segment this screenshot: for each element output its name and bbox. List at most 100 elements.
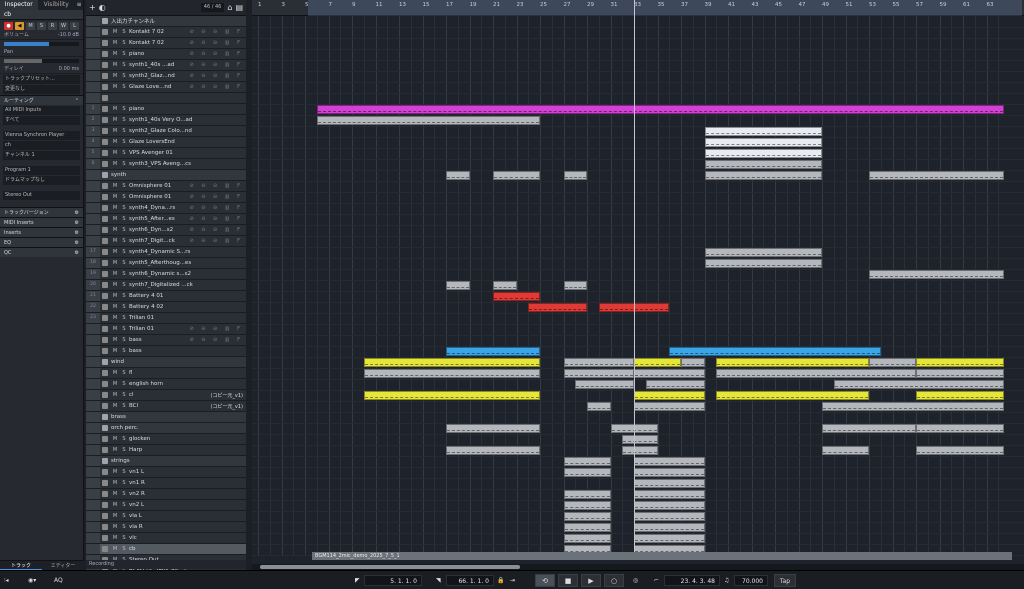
mute-button[interactable]: M [111, 315, 119, 321]
track-name[interactable]: synth5_After...es [129, 216, 189, 222]
track-name[interactable]: synth6_Dynamic s...s2 [129, 271, 246, 277]
midi-event[interactable] [869, 171, 1005, 180]
stop-button[interactable]: ■ [558, 574, 578, 587]
midi-event[interactable] [833, 380, 1005, 389]
track-name[interactable]: Glaze LoversEnd [129, 139, 246, 145]
solo-button[interactable]: S [120, 216, 128, 222]
midi-event[interactable] [575, 380, 634, 389]
solo-button[interactable]: S [120, 348, 128, 354]
mute-button[interactable]: M [111, 62, 119, 68]
solo-button[interactable]: S [120, 513, 128, 519]
track-name[interactable]: vlc [129, 535, 246, 541]
punch-icon[interactable]: ⇥ [510, 575, 515, 586]
mute-button[interactable]: M [111, 161, 119, 167]
track-row[interactable]: 20 M Ssynth7_Digitalized ...ck [86, 280, 246, 291]
midi-event[interactable] [446, 347, 540, 356]
mute-button[interactable]: M [111, 249, 119, 255]
solo-button[interactable]: S [120, 326, 128, 332]
track-row[interactable]: M Svn2 R [86, 489, 246, 500]
midi-event[interactable] [716, 358, 869, 367]
mute-button[interactable]: M [111, 238, 119, 244]
midi-event[interactable] [869, 358, 916, 367]
track-row[interactable]: M Sfl [86, 368, 246, 379]
track-row[interactable]: strings [86, 456, 246, 467]
tab-visibility[interactable]: Visibility [38, 0, 76, 10]
track-row[interactable]: synth [86, 170, 246, 181]
track-name[interactable]: Trilian 01 [129, 326, 189, 332]
track-row[interactable]: M Ssynth2_Glaz...nd ⊘ ⊖ ⊖ ▥ F [86, 71, 246, 82]
scroll-thumb[interactable] [260, 565, 520, 569]
track-row[interactable]: orch perc. [86, 423, 246, 434]
read-button[interactable]: R [48, 22, 57, 30]
midi-event[interactable] [716, 369, 916, 378]
add-track-icon[interactable]: + [89, 3, 96, 12]
mute-button[interactable]: M [111, 271, 119, 277]
midi-event[interactable] [634, 457, 705, 466]
no-change-field[interactable]: 変更なし [3, 85, 80, 94]
pan-slider[interactable] [4, 59, 79, 63]
midi-event[interactable] [822, 424, 916, 433]
mute-button[interactable]: M [111, 73, 119, 79]
midi-event[interactable] [704, 259, 822, 268]
midi-event[interactable] [634, 523, 705, 532]
mute-button[interactable]: M [111, 480, 119, 486]
midi-event[interactable] [704, 160, 822, 169]
solo-button[interactable]: S [120, 480, 128, 486]
track-name[interactable]: Harp [129, 447, 246, 453]
track-name[interactable]: vn2 L [129, 502, 246, 508]
track-row[interactable]: M S Kontakt 7 02 ⊘ ⊖ ⊖ ▥ F [86, 38, 246, 49]
midi-event[interactable] [634, 479, 705, 488]
midi-event[interactable] [634, 534, 705, 543]
mute-button[interactable]: M [111, 51, 119, 57]
mute-button[interactable]: M [111, 183, 119, 189]
mute-button[interactable]: M [111, 106, 119, 112]
midi-event[interactable] [563, 468, 611, 477]
tab-inspector[interactable]: Inspector [0, 0, 38, 10]
program-field[interactable]: Program 1 [3, 166, 80, 175]
track-name[interactable]: synth7_Digit...ck [129, 238, 189, 244]
solo-button[interactable]: S [120, 73, 128, 79]
track-row[interactable]: 19 M Ssynth6_Dynamic s...s2 [86, 269, 246, 280]
channel-label-field[interactable]: チャンネル 1 [3, 151, 80, 160]
record-button[interactable]: ● [4, 22, 13, 30]
track-name[interactable]: orch perc. [111, 425, 246, 431]
mute-button[interactable]: M [111, 205, 119, 211]
mute-button[interactable]: M [111, 447, 119, 453]
solo-button[interactable]: S [120, 161, 128, 167]
mute-button[interactable]: M [111, 370, 119, 376]
track-row[interactable]: 22 M S Battery 4 02 [86, 302, 246, 313]
mute-button[interactable]: M [111, 128, 119, 134]
midi-event[interactable] [704, 138, 822, 147]
track-name[interactable]: Glaze Love...nd [129, 84, 189, 90]
midi-event[interactable] [634, 402, 705, 411]
track-row[interactable]: 1 M Spiano [86, 104, 246, 115]
track-name[interactable]: vla L [129, 513, 246, 519]
midi-event[interactable] [493, 171, 540, 180]
sort-icon[interactable]: ▤ [235, 3, 243, 12]
track-controls-icon[interactable]: ⊘ ⊖ ⊖ ▥ F [189, 62, 243, 68]
tap-button[interactable]: Tap [774, 574, 796, 587]
track-name[interactable]: cb [129, 546, 246, 552]
midi-event[interactable] [563, 523, 611, 532]
track-row[interactable]: M Svla L [86, 511, 246, 522]
midi-input-field[interactable]: All MIDI Inputs [3, 106, 80, 115]
track-row[interactable]: 入出力チャンネル [86, 16, 246, 27]
track-row[interactable]: M S Omnisphere 01 ⊘ ⊖ ⊖ ▥ F [86, 181, 246, 192]
mute-button[interactable]: M [111, 260, 119, 266]
cycle-button[interactable]: ⟲ [535, 574, 555, 587]
volume-slider[interactable] [4, 42, 79, 46]
midi-event[interactable] [704, 171, 822, 180]
solo-button[interactable]: S [120, 392, 128, 398]
midi-event[interactable] [634, 358, 681, 367]
track-name[interactable]: Omnisphere 01 [129, 183, 189, 189]
mute-button[interactable]: M [26, 22, 35, 30]
midi-event[interactable] [704, 149, 822, 158]
section-track-versions[interactable]: トラックバージョン ⚙ [0, 207, 83, 217]
solo-button[interactable]: S [120, 304, 128, 310]
section-inserts[interactable]: Inserts ⚙ [0, 227, 83, 237]
track-name[interactable]: bass [129, 337, 189, 343]
midi-event[interactable] [563, 512, 611, 521]
audio-event-bgm[interactable]: BGM114_2mic_demo_2025_7_5_1 [312, 552, 1012, 560]
midi-event[interactable] [363, 358, 540, 367]
track-row[interactable]: M S BCl (コピー元_v1) [86, 401, 246, 412]
